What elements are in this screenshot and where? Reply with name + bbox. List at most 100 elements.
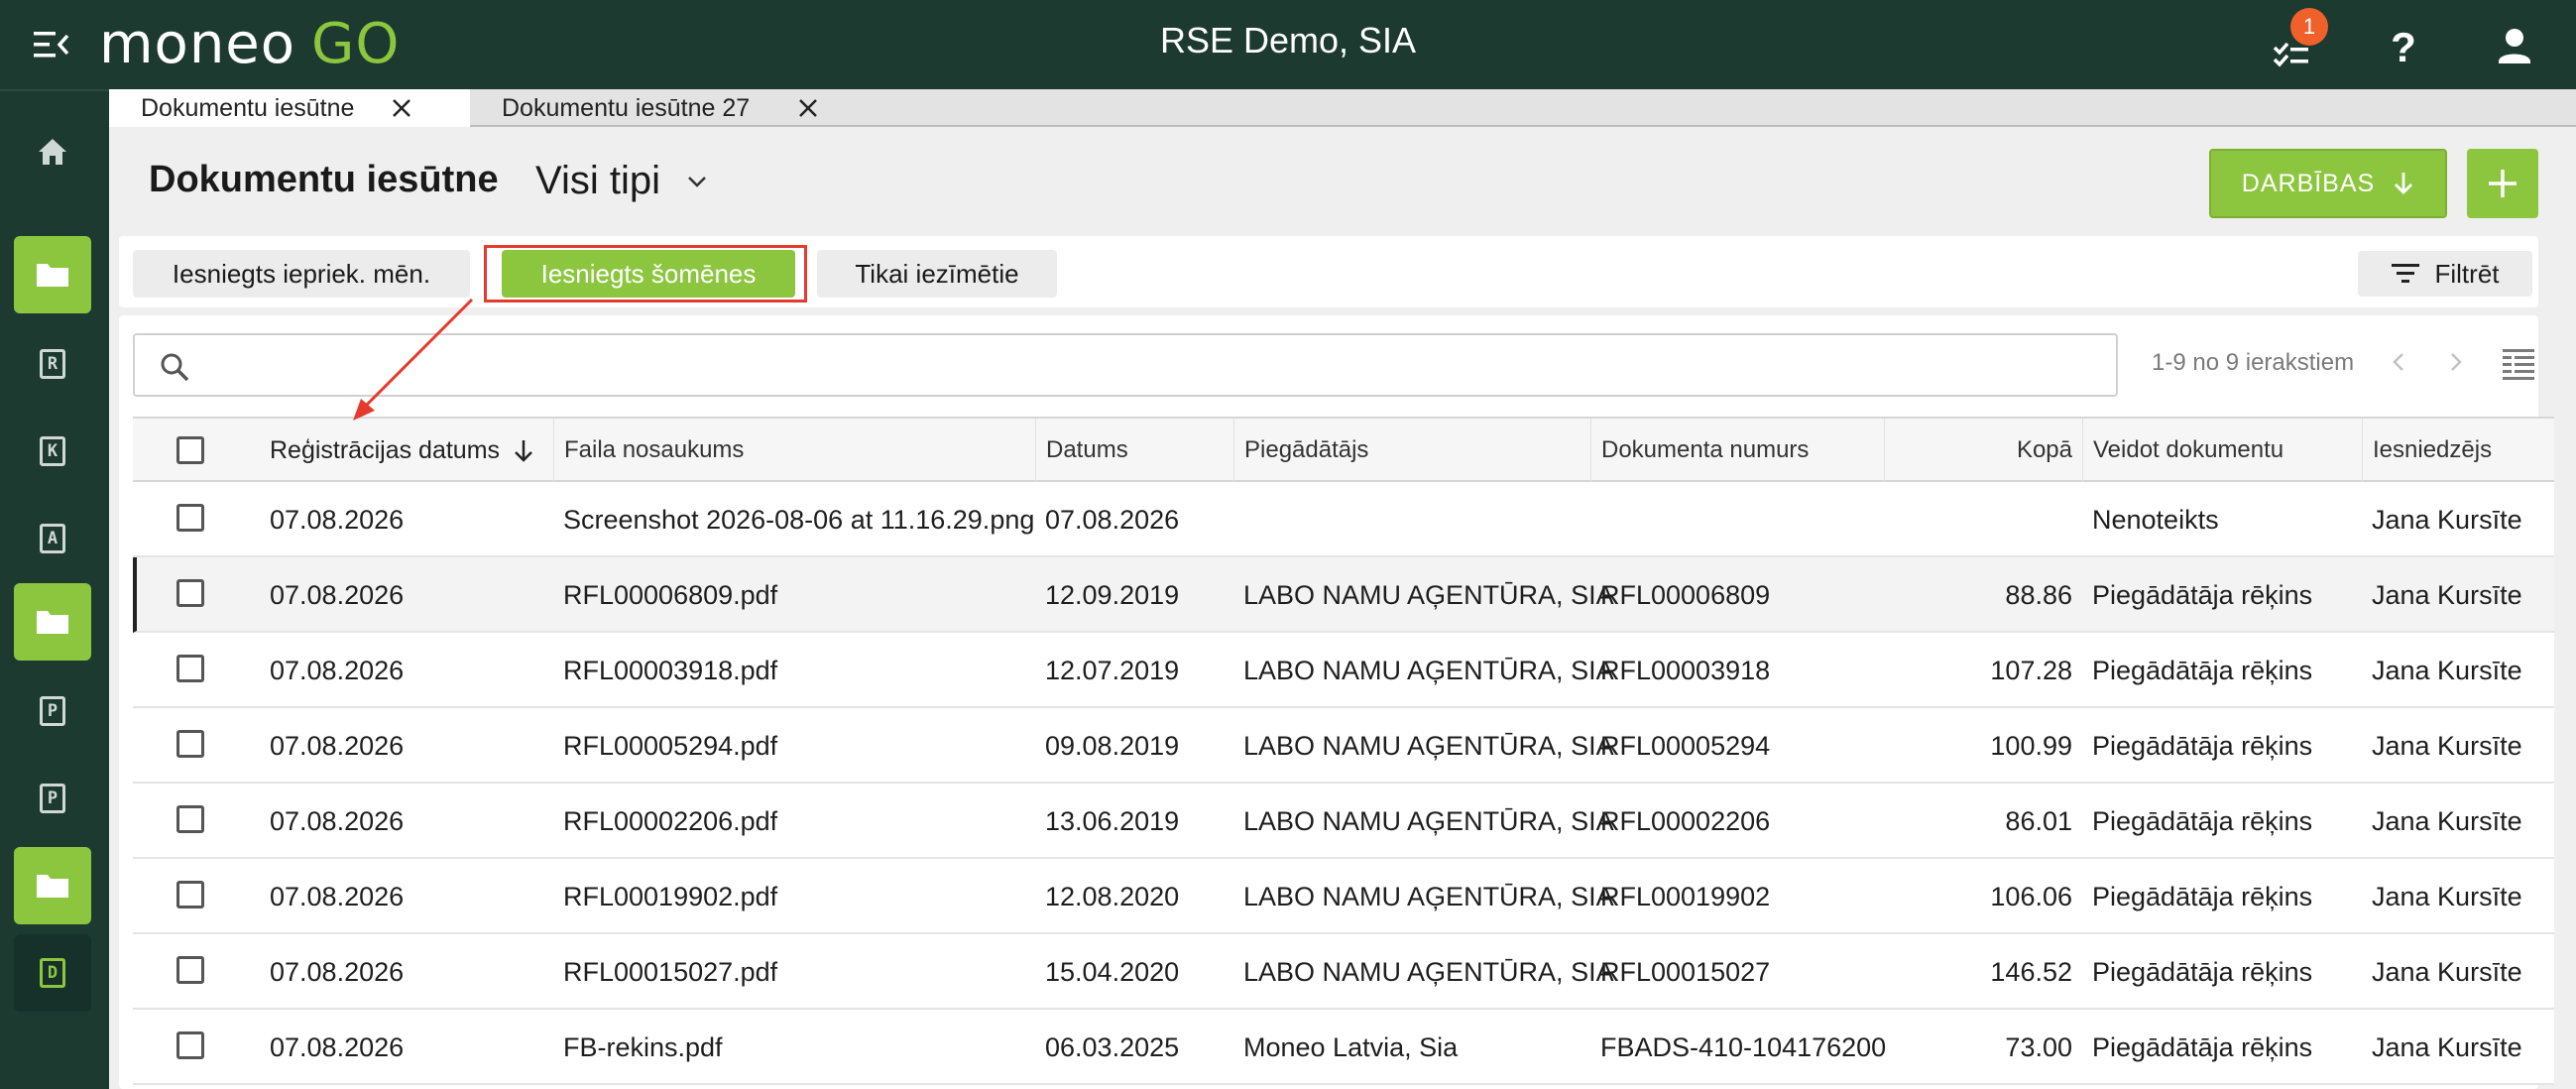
document-type-dropdown[interactable]: Visi tipi xyxy=(535,159,708,203)
arrow-down-icon xyxy=(2395,173,2413,194)
chip-only-marked[interactable]: Tikai iezīmētie xyxy=(817,250,1057,298)
row-checkbox[interactable] xyxy=(176,504,204,532)
cell-file-name: RFL00002206.pdf xyxy=(563,806,778,836)
column-header-date[interactable]: Datums xyxy=(1035,419,1233,482)
sidebar-item-a[interactable]: A xyxy=(14,500,91,577)
letter-p-icon: P xyxy=(40,696,65,726)
column-header-create-document[interactable]: Veidot dokumentu xyxy=(2082,419,2362,482)
cell-document-number: RFL00019902 xyxy=(1600,882,1771,911)
filter-button[interactable]: Filtrēt xyxy=(2358,251,2532,297)
cell-supplier xyxy=(1243,482,1590,557)
sidebar-item-d[interactable]: D xyxy=(14,934,91,1012)
cell-file-name: RFL00003918.pdf xyxy=(563,656,778,685)
user-account-icon[interactable] xyxy=(2491,22,2538,69)
tab-dokumentu-iesutne[interactable]: Dokumentu iesūtne xyxy=(109,89,470,127)
table-row[interactable]: 07.08.2026 Screenshot 2026-08-06 at 11.16… xyxy=(133,482,2554,557)
pagination-info: 1-9 no 9 ierakstiem xyxy=(2152,349,2355,376)
row-checkbox[interactable] xyxy=(176,655,204,682)
filter-button-label: Filtrēt xyxy=(2434,258,2500,289)
company-name: RSE Demo, SIA xyxy=(1159,20,1417,60)
top-bar: moneo GO RSE Demo, SIA 1 ? xyxy=(0,0,2576,89)
cell-supplier: LABO NAMU AĢENTŪRA, SIA xyxy=(1243,580,1614,610)
table-row[interactable]: 07.08.2026 RFL00015027.pdf 15.04.2020 LABO … xyxy=(133,934,2554,1010)
highlight-box xyxy=(484,245,807,302)
cell-date: 12.07.2019 xyxy=(1045,656,1180,685)
column-header-registration-date[interactable]: Reģistrācijas datums xyxy=(260,419,553,482)
cell-submitter: Jana Kursīte xyxy=(2372,806,2522,836)
chevron-right-icon[interactable] xyxy=(2441,347,2471,377)
row-checkbox[interactable] xyxy=(176,805,204,833)
table-row[interactable]: 07.08.2026 RFL00006809.pdf 12.09.2019 LABO … xyxy=(133,557,2554,633)
cell-create-document: Nenoteikts xyxy=(2092,505,2219,535)
column-header-file-name[interactable]: Faila nosaukums xyxy=(553,419,1045,482)
column-header-submitter[interactable]: Iesniedzējs xyxy=(2362,419,2554,482)
chip-submitted-last-month[interactable]: Iesniegts iepriek. mēn. xyxy=(133,250,470,298)
cell-document-number xyxy=(1600,482,1884,557)
search-input[interactable] xyxy=(206,345,2090,385)
cell-supplier: LABO NAMU AĢENTŪRA, SIA xyxy=(1243,957,1614,987)
cell-submitter: Jana Kursīte xyxy=(2372,1032,2522,1062)
row-checkbox[interactable] xyxy=(176,579,204,607)
help-icon[interactable]: ? xyxy=(2380,22,2427,69)
cell-registration-date: 07.08.2026 xyxy=(270,731,405,761)
cell-registration-date: 07.08.2026 xyxy=(270,580,405,610)
notification-badge: 1 xyxy=(2290,8,2328,46)
row-checkbox[interactable] xyxy=(176,730,204,758)
column-header-supplier[interactable]: Piegādātājs xyxy=(1233,419,1590,482)
sidebar-item-home[interactable] xyxy=(14,113,91,190)
cell-create-document: Piegādātāja rēķins xyxy=(2092,580,2313,610)
column-settings-icon[interactable] xyxy=(2501,345,2536,381)
close-icon[interactable] xyxy=(391,97,412,119)
cell-total: 106.06 xyxy=(1990,882,2072,911)
cell-supplier: Moneo Latvia, Sia xyxy=(1243,1032,1459,1062)
cell-submitter: Jana Kursīte xyxy=(2372,731,2522,761)
search-field[interactable] xyxy=(133,333,2118,397)
cell-document-number: RFL00006809 xyxy=(1600,580,1771,610)
close-icon[interactable] xyxy=(797,97,819,119)
sidebar-item-folder-3[interactable] xyxy=(14,847,91,924)
plus-icon xyxy=(2489,170,2517,197)
document-type-value: Visi tipi xyxy=(535,159,660,202)
cell-submitter: Jana Kursīte xyxy=(2372,505,2522,535)
table-row[interactable]: 07.08.2026 RFL00002206.pdf 13.06.2019 LABO … xyxy=(133,784,2554,859)
sidebar-item-k[interactable]: K xyxy=(14,413,91,490)
table-row[interactable]: 07.08.2026 RFL00019902.pdf 12.08.2020 LABO … xyxy=(133,859,2554,934)
column-header-total[interactable]: Kopā xyxy=(1884,419,2082,482)
svg-text:?: ? xyxy=(2391,24,2416,69)
select-all-checkbox[interactable] xyxy=(176,436,204,464)
cell-file-name: RFL00019902.pdf xyxy=(563,882,778,911)
tab-dokumentu-iesutne-27[interactable]: Dokumentu iesūtne 27 xyxy=(470,89,942,127)
sidebar-item-p-1[interactable]: P xyxy=(14,672,91,750)
actions-button[interactable]: DARBĪBAS xyxy=(2209,149,2447,218)
table-row[interactable]: 07.08.2026 FB-rekins.pdf 06.03.2025 Moneo L… xyxy=(133,1010,2554,1085)
folder-icon xyxy=(37,611,68,634)
cell-document-number: RFL00005294 xyxy=(1600,731,1771,761)
cell-total: 107.28 xyxy=(1990,656,2072,685)
sidebar-item-folder-1[interactable] xyxy=(14,236,91,313)
cell-registration-date: 07.08.2026 xyxy=(270,957,405,987)
cell-file-name: Screenshot 2026-08-06 at 11.16.29.png xyxy=(563,505,1035,535)
row-checkbox[interactable] xyxy=(176,956,204,984)
row-checkbox[interactable] xyxy=(176,1031,204,1059)
row-checkbox[interactable] xyxy=(176,881,204,908)
sidebar-item-folder-2[interactable] xyxy=(14,583,91,661)
column-header-document-number[interactable]: Dokumenta numurs xyxy=(1590,419,1884,482)
table-row[interactable]: 07.08.2026 RFL00005294.pdf 09.08.2019 LABO … xyxy=(133,708,2554,784)
tab-label: Dokumentu iesūtne 27 xyxy=(502,93,751,122)
cell-supplier: LABO NAMU AĢENTŪRA, SIA xyxy=(1243,656,1614,685)
cell-registration-date: 07.08.2026 xyxy=(270,505,405,535)
filter-lines-icon xyxy=(2391,264,2419,283)
cell-document-number: RFL00003918 xyxy=(1600,656,1771,685)
cell-date: 09.08.2019 xyxy=(1045,731,1180,761)
cell-registration-date: 07.08.2026 xyxy=(270,656,405,685)
sidebar-item-p-2[interactable]: P xyxy=(14,760,91,837)
chevron-left-icon[interactable] xyxy=(2384,347,2413,377)
table-row[interactable]: 07.08.2026 RFL00003918.pdf 12.07.2019 LABO … xyxy=(133,633,2554,708)
column-header-label: Reģistrācijas datums xyxy=(270,436,501,464)
add-button[interactable] xyxy=(2467,149,2538,218)
sidebar-item-r[interactable]: R xyxy=(14,325,91,403)
letter-d-icon: D xyxy=(40,958,65,988)
cell-registration-date: 07.08.2026 xyxy=(270,882,405,911)
cell-file-name: FB-rekins.pdf xyxy=(563,1032,723,1062)
cell-supplier: LABO NAMU AĢENTŪRA, SIA xyxy=(1243,882,1614,911)
